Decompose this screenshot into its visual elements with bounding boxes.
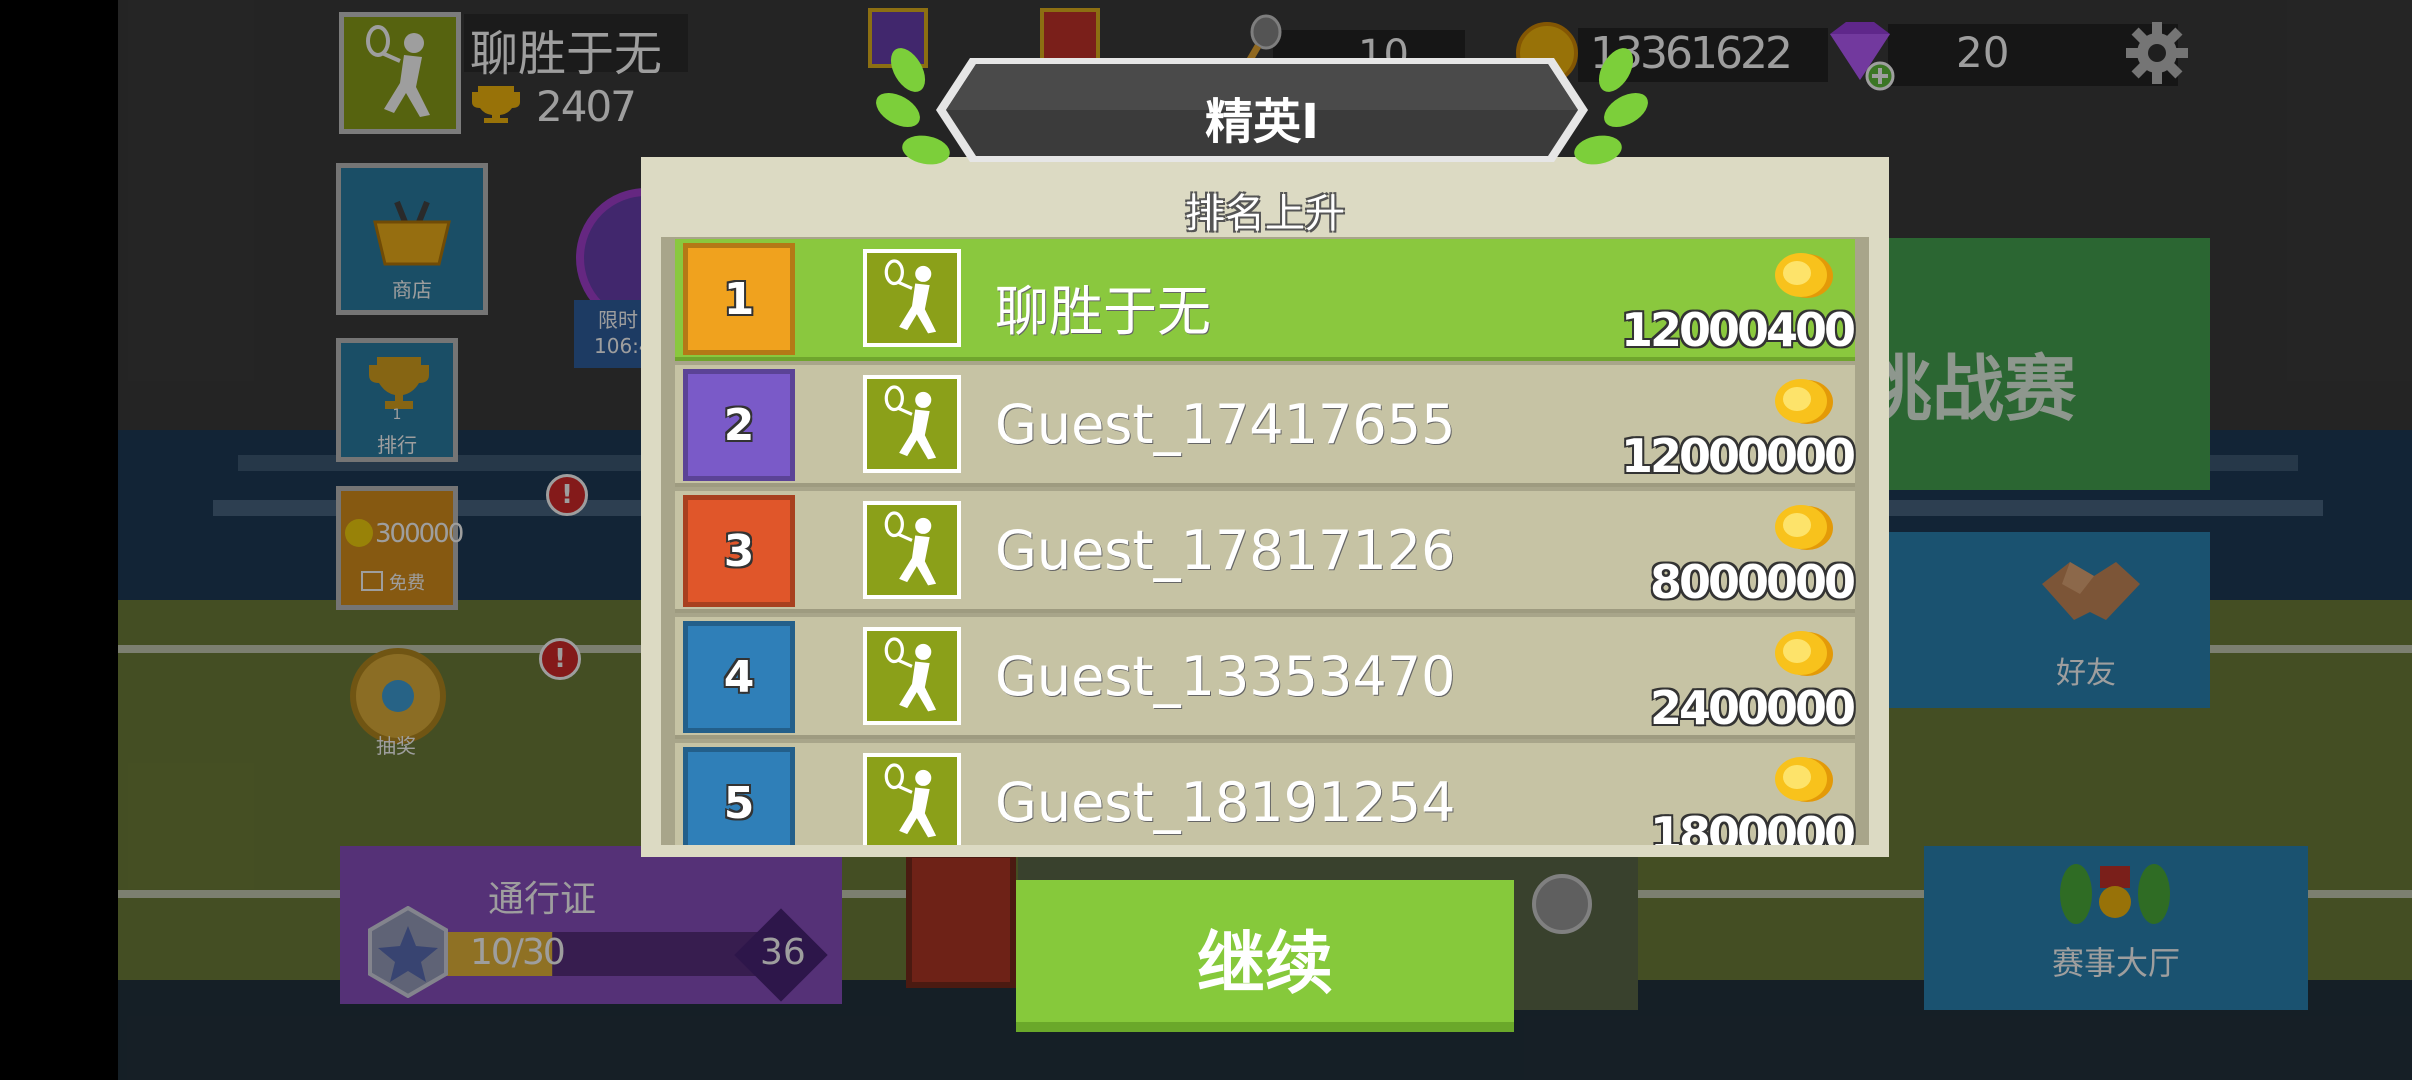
player-score: 1800000 xyxy=(1649,807,1856,845)
player-score: 12000000 xyxy=(1620,429,1856,483)
player-name: Guest_17817126 xyxy=(995,519,1456,582)
ranking-list: 1 聊胜于无 12000400 2 Guest_17417655 12000000 3 Gue… xyxy=(641,237,1889,845)
continue-label: 继续 xyxy=(1196,925,1333,1004)
player-score: 12000400 xyxy=(1620,303,1856,357)
player-name: Guest_17417655 xyxy=(995,393,1456,456)
leaderboard-row: 1 聊胜于无 12000400 xyxy=(675,239,1856,361)
screen-edge xyxy=(0,0,118,1080)
player-avatar-icon xyxy=(863,501,961,599)
coin-icon xyxy=(1771,755,1835,805)
ranking-modal: 排名上升 1 聊胜于无 12000400 2 Guest_17417655 1200000… xyxy=(641,157,1889,857)
continue-button[interactable]: 继续 xyxy=(1016,880,1514,1032)
rank-number: 3 xyxy=(723,525,755,577)
player-avatar-icon xyxy=(863,375,961,473)
league-title: 精英I xyxy=(1205,94,1319,150)
player-score: 8000000 xyxy=(1649,555,1856,609)
rank-number: 5 xyxy=(723,777,755,829)
rank-chest-icon: 5 xyxy=(683,747,795,845)
rank-chest-icon: 1 xyxy=(683,243,795,355)
rank-number: 4 xyxy=(723,651,755,703)
coin-icon xyxy=(1771,251,1835,301)
league-banner: 精英I xyxy=(862,40,1662,190)
player-score: 2400000 xyxy=(1649,681,1856,735)
coin-icon xyxy=(1771,503,1835,553)
player-avatar-icon xyxy=(863,753,961,845)
rank-chest-icon: 4 xyxy=(683,621,795,733)
coin-icon xyxy=(1771,629,1835,679)
player-avatar-icon xyxy=(863,249,961,347)
leaderboard-row: 2 Guest_17417655 12000000 xyxy=(675,365,1856,487)
rank-chest-icon: 3 xyxy=(683,495,795,607)
coin-icon xyxy=(1771,377,1835,427)
leaderboard-row: 5 Guest_18191254 1800000 xyxy=(675,743,1856,845)
player-name: Guest_13353470 xyxy=(995,645,1456,708)
leaderboard-row: 4 Guest_13353470 2400000 xyxy=(675,617,1856,739)
player-name: Guest_18191254 xyxy=(995,771,1456,834)
rank-number: 1 xyxy=(723,273,755,325)
player-name: 聊胜于无 xyxy=(995,280,1211,343)
leaderboard-row: 3 Guest_17817126 8000000 xyxy=(675,491,1856,613)
player-avatar-icon xyxy=(863,627,961,725)
rank-number: 2 xyxy=(723,399,755,451)
rank-chest-icon: 2 xyxy=(683,369,795,481)
